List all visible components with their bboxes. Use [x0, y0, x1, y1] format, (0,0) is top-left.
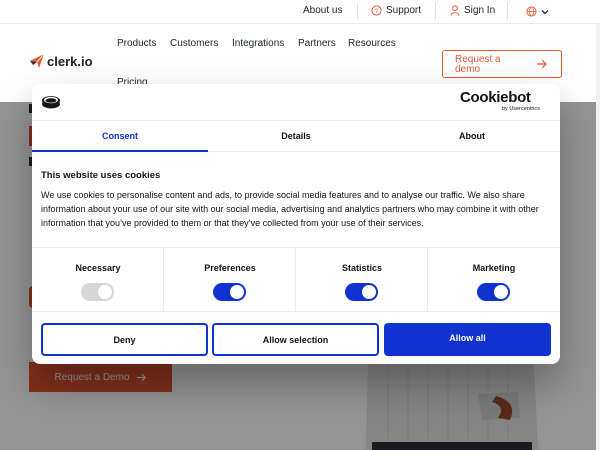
- allow-selection-button[interactable]: Allow selection: [212, 323, 379, 356]
- tab-about[interactable]: About: [384, 121, 560, 152]
- cookie-categories: Necessary Preferences Statistics Marketi…: [32, 247, 560, 312]
- toggle-knob: [98, 285, 112, 299]
- dialog-header: Cookiebot by Usercentrics: [32, 84, 560, 120]
- user-icon: [450, 5, 460, 16]
- category-statistics: Statistics: [296, 248, 428, 312]
- deny-button[interactable]: Deny: [41, 323, 208, 356]
- category-label: Marketing: [472, 263, 516, 273]
- toggle-knob: [230, 285, 244, 299]
- marketing-toggle[interactable]: [477, 283, 510, 301]
- divider: [435, 3, 436, 20]
- globe-icon: [526, 6, 537, 17]
- category-preferences: Preferences: [164, 248, 296, 312]
- dialog-tabs: Consent Details About: [32, 120, 560, 152]
- category-marketing: Marketing: [428, 248, 560, 312]
- chevron-down-icon: [541, 9, 549, 14]
- category-necessary: Necessary: [32, 248, 164, 312]
- divider: [357, 3, 358, 20]
- logo[interactable]: clerk.io: [29, 53, 93, 69]
- tab-details[interactable]: Details: [208, 121, 384, 152]
- about-link[interactable]: About us: [303, 5, 342, 16]
- divider: [507, 3, 508, 20]
- request-demo-button[interactable]: Request a demo: [442, 50, 562, 78]
- logo-text: clerk.io: [47, 53, 93, 69]
- category-label: Preferences: [204, 263, 256, 273]
- svg-text:?: ?: [375, 8, 379, 15]
- signin-link[interactable]: Sign In: [450, 5, 495, 16]
- arrow-right-icon: [537, 60, 547, 68]
- category-label: Necessary: [75, 263, 121, 273]
- dialog-title: This website uses cookies: [41, 170, 161, 181]
- cookie-consent-dialog: Cookiebot by Usercentrics Consent Detail…: [32, 84, 560, 364]
- dialog-description: We use cookies to personalise content an…: [41, 190, 539, 229]
- nav-item-customers[interactable]: Customers: [170, 38, 218, 49]
- toggle-knob: [362, 285, 376, 299]
- scrollbar[interactable]: [596, 24, 600, 450]
- cookiebot-brand: Cookiebot: [460, 89, 531, 106]
- about-link-label: About us: [303, 5, 343, 16]
- category-label: Statistics: [341, 263, 383, 273]
- help-circle-icon: ?: [371, 5, 382, 16]
- nav-item-resources[interactable]: Resources: [348, 38, 396, 49]
- nav-item-products[interactable]: Products: [117, 38, 156, 49]
- allow-all-button[interactable]: Allow all: [384, 323, 551, 356]
- paper-plane-icon: [30, 53, 45, 68]
- request-demo-label: Request a demo: [455, 54, 501, 75]
- support-link[interactable]: ? Support: [371, 5, 421, 16]
- nav-item-partners[interactable]: Partners: [298, 38, 336, 49]
- nav-item-integrations[interactable]: Integrations: [232, 38, 284, 49]
- cookiebot-brand-sub: by Usercentrics: [502, 106, 540, 112]
- language-selector[interactable]: [526, 6, 549, 17]
- toggle-knob: [494, 285, 508, 299]
- signin-link-label: Sign In: [464, 5, 496, 16]
- statistics-toggle[interactable]: [345, 283, 378, 301]
- necessary-toggle: [81, 283, 114, 301]
- support-link-label: Support: [386, 5, 422, 16]
- preferences-toggle[interactable]: [213, 283, 246, 301]
- cookie-logo-icon: [42, 96, 60, 109]
- utility-bar: About us ? Support Sign In: [0, 0, 600, 24]
- tab-consent[interactable]: Consent: [32, 121, 208, 152]
